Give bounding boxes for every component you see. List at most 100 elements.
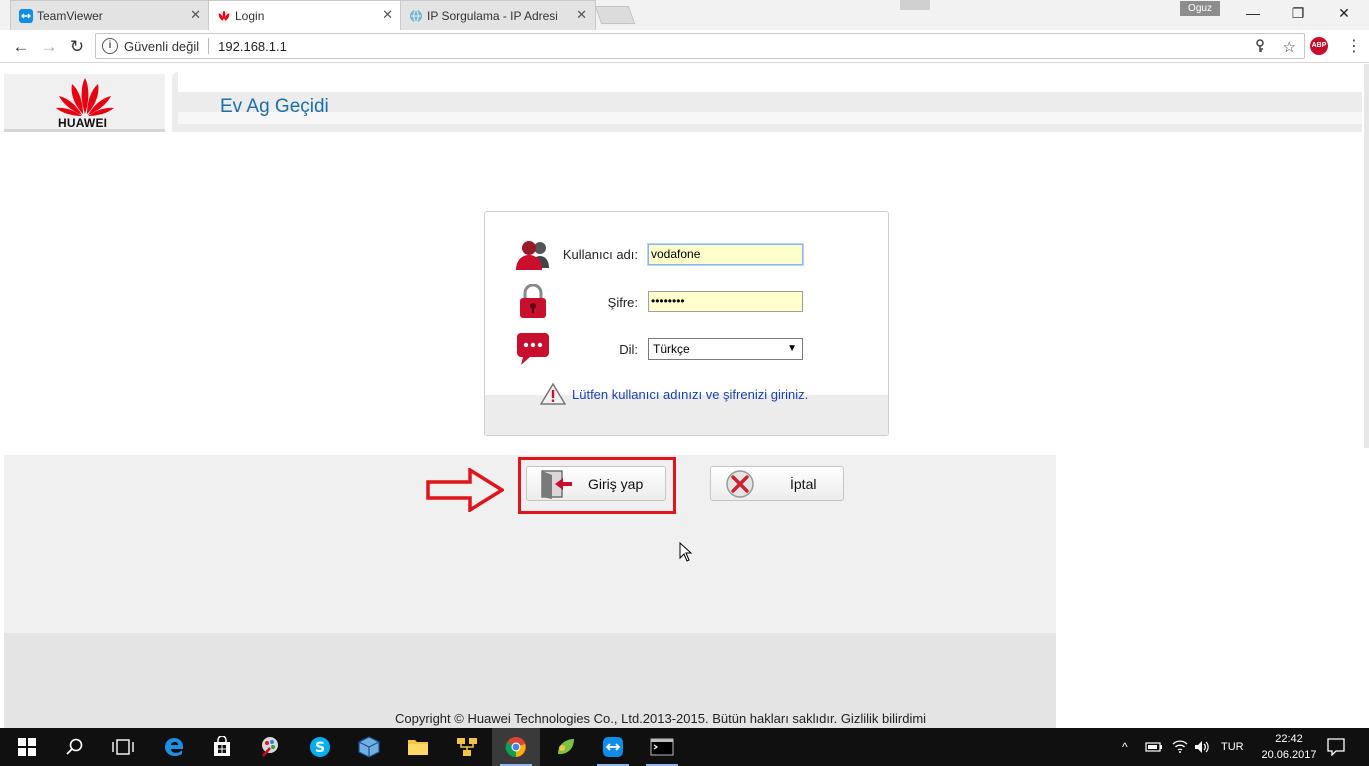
skype-icon: S bbox=[310, 737, 330, 757]
mouse-cursor-icon bbox=[679, 542, 693, 562]
taskbar-app-2[interactable] bbox=[443, 728, 491, 766]
bookmark-star-icon[interactable]: ☆ bbox=[1283, 38, 1296, 56]
folder-icon bbox=[408, 740, 428, 755]
browser-menu-icon[interactable]: ⋮ bbox=[1346, 36, 1362, 56]
command-prompt-icon bbox=[650, 738, 674, 756]
close-icon[interactable]: ✕ bbox=[382, 7, 393, 23]
tab-teamviewer[interactable]: TeamViewer ✕ bbox=[10, 0, 210, 30]
forward-button[interactable]: → bbox=[38, 36, 60, 58]
system-clock[interactable]: 22:42 20.06.2017 bbox=[1258, 731, 1320, 763]
taskbar-cmd[interactable] bbox=[638, 728, 686, 766]
show-hidden-icons[interactable]: ^ bbox=[1122, 728, 1128, 766]
search-icon bbox=[66, 738, 83, 755]
input-language[interactable]: TUR bbox=[1221, 728, 1244, 766]
new-tab-button[interactable] bbox=[594, 6, 636, 24]
login-form: Kullanıcı adı: vodafone Şifre: •••••••• … bbox=[484, 211, 889, 436]
close-icon[interactable]: ✕ bbox=[190, 7, 201, 23]
tab-label: Login bbox=[235, 8, 265, 23]
lock-icon bbox=[520, 284, 546, 318]
tab-login[interactable]: Login ✕ bbox=[208, 0, 402, 30]
cancel-x-icon bbox=[726, 470, 754, 498]
highlight-box bbox=[518, 457, 676, 514]
profile-badge[interactable]: Oguz bbox=[1180, 1, 1220, 16]
taskbar-skype[interactable]: S bbox=[296, 728, 344, 766]
battery-icon[interactable] bbox=[1145, 740, 1163, 754]
security-indicator[interactable]: Güvenli değil bbox=[124, 39, 199, 54]
apps-grid-icon bbox=[900, 0, 930, 10]
back-button[interactable]: ← bbox=[10, 36, 32, 58]
language-select[interactable]: Türkçe ▼ bbox=[648, 338, 803, 360]
password-row: Şifre: bbox=[515, 284, 652, 320]
taskbar-chrome[interactable] bbox=[492, 728, 540, 766]
clock-time: 22:42 bbox=[1275, 733, 1303, 745]
huawei-logo: HUAWEI bbox=[4, 74, 165, 132]
password-input[interactable]: •••••••• bbox=[648, 291, 803, 312]
volume-icon[interactable] bbox=[1194, 739, 1210, 755]
users-icon bbox=[516, 241, 549, 270]
start-button[interactable] bbox=[3, 728, 51, 766]
cancel-button[interactable]: İptal bbox=[710, 466, 844, 501]
warning-text: Lütfen kullanıcı adınızı ve şifrenizi gi… bbox=[572, 386, 809, 402]
router-login-page: HUAWEI Ev Ag Geçidi Kullanıcı adı: vodaf… bbox=[0, 64, 1369, 728]
store-icon bbox=[214, 736, 230, 756]
taskbar-app-3[interactable] bbox=[541, 728, 589, 766]
username-row: Kullanıcı adı: bbox=[515, 236, 652, 272]
key-icon[interactable] bbox=[1254, 39, 1266, 53]
dropdown-arrow-icon: ▼ bbox=[787, 343, 797, 354]
restore-button[interactable]: ❐ bbox=[1275, 2, 1321, 24]
scrollbar[interactable] bbox=[1364, 64, 1369, 448]
task-view-button[interactable] bbox=[99, 728, 147, 766]
teamviewer-icon bbox=[603, 737, 623, 757]
reload-button[interactable]: ↻ bbox=[66, 36, 88, 58]
minimize-button[interactable]: — bbox=[1230, 2, 1276, 24]
url-text[interactable]: 192.168.1.1 bbox=[218, 39, 287, 54]
taskbar-teamviewer[interactable] bbox=[589, 728, 637, 766]
paint-app-icon bbox=[262, 737, 278, 757]
tab-ip-sorgulama[interactable]: IP Sorgulama - IP Adresi ✕ bbox=[400, 0, 596, 30]
page-title: Ev Ag Geçidi bbox=[220, 96, 329, 117]
wifi-icon[interactable] bbox=[1171, 738, 1189, 754]
cancel-button-label: İptal bbox=[790, 475, 817, 492]
close-window-button[interactable]: ✕ bbox=[1321, 2, 1367, 24]
brand-text: HUAWEI bbox=[58, 116, 108, 130]
username-label: Kullanıcı adı: bbox=[562, 246, 638, 262]
tab-label: TeamViewer bbox=[37, 8, 103, 23]
windows-logo-icon bbox=[18, 738, 36, 756]
huawei-flower-icon bbox=[56, 78, 114, 116]
address-bar[interactable]: i Güvenli değil 192.168.1.1 ☆ bbox=[95, 33, 1305, 59]
copyright-text: Copyright © Huawei Technologies Co., Ltd… bbox=[395, 711, 927, 726]
tab-label: IP Sorgulama - IP Adresi bbox=[427, 8, 557, 23]
language-selected-value: Türkçe bbox=[653, 342, 690, 356]
taskbar-virtualbox[interactable] bbox=[345, 728, 393, 766]
browser-toolbar: ← → ↻ i Güvenli değil 192.168.1.1 ☆ ABP … bbox=[0, 30, 1369, 63]
username-input[interactable]: vodafone bbox=[648, 244, 803, 265]
separator bbox=[208, 38, 210, 54]
close-icon[interactable]: ✕ bbox=[576, 7, 587, 23]
globe-icon bbox=[410, 9, 422, 23]
huawei-icon bbox=[218, 11, 230, 21]
search-button[interactable] bbox=[51, 728, 99, 766]
blank-panel bbox=[1056, 492, 1369, 728]
notification-center-icon[interactable] bbox=[1327, 738, 1345, 756]
taskbar-store[interactable] bbox=[198, 728, 246, 766]
language-row: Dil: bbox=[515, 331, 652, 367]
info-icon[interactable]: i bbox=[102, 38, 118, 54]
warning-message: Lütfen kullanıcı adınızı ve şifrenizi gi… bbox=[540, 383, 808, 405]
taskbar-file-explorer[interactable] bbox=[394, 728, 442, 766]
adblock-plus-icon[interactable]: ABP bbox=[1310, 37, 1328, 55]
svg-text:S: S bbox=[315, 740, 325, 756]
warning-icon bbox=[540, 383, 566, 405]
speech-bubble-icon bbox=[517, 333, 549, 365]
teamviewer-icon bbox=[19, 9, 33, 23]
clock-date: 20.06.2017 bbox=[1261, 749, 1317, 761]
edge-icon bbox=[165, 738, 184, 756]
windows-taskbar: S ^ TUR 22:42 20.06.2017 bbox=[0, 728, 1369, 766]
taskbar-edge[interactable] bbox=[150, 728, 198, 766]
virtualbox-icon bbox=[358, 736, 380, 758]
header-band bbox=[172, 72, 1362, 132]
leaf-app-icon bbox=[558, 739, 574, 755]
password-label: Şifre: bbox=[607, 294, 638, 310]
task-view-icon bbox=[112, 739, 134, 755]
network-app-icon bbox=[457, 738, 477, 756]
taskbar-app-1[interactable] bbox=[246, 728, 294, 766]
